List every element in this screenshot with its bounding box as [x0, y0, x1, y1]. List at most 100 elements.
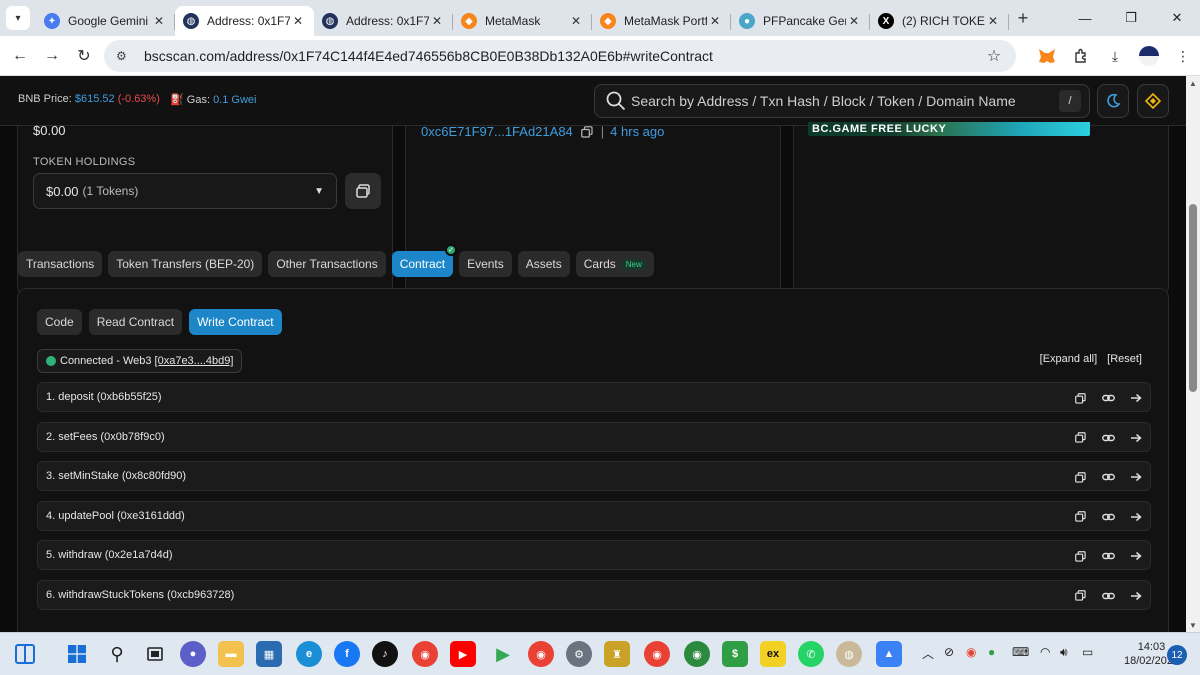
tab-token-transfers-bep-20[interactable]: Token Transfers (BEP-20) [108, 251, 263, 277]
browser-tab[interactable]: ◆ MetaMask Portfolio✕ [592, 6, 731, 36]
task-view-icon[interactable] [142, 641, 168, 667]
tray-security-icon[interactable]: ● [988, 645, 995, 659]
notes-app-icon[interactable]: ♜ [604, 641, 630, 667]
write-function-row[interactable]: 2. setFees (0x0b78f9c0) [37, 421, 1151, 452]
reload-button[interactable]: ↻ [68, 40, 100, 72]
tab-close-icon[interactable]: ✕ [985, 14, 1001, 28]
chrome-alt-profile-icon[interactable]: ◉ [684, 641, 710, 667]
browser-tab[interactable]: ✦ Google Gemini ✕ [36, 6, 175, 36]
chrome-icon[interactable]: ◉ [412, 641, 438, 667]
arrow-right-icon[interactable] [1128, 390, 1144, 406]
copy-icon[interactable] [580, 125, 593, 138]
minimize-button[interactable]: — [1062, 0, 1108, 36]
connected-wallet-address[interactable]: [0xa7e3....4bd9] [155, 355, 234, 367]
page-scrollbar[interactable]: ▲ ▼ [1186, 76, 1200, 632]
scroll-down-arrow[interactable]: ▼ [1186, 618, 1200, 632]
subtab-code[interactable]: Code [37, 309, 82, 335]
microsoft-store-icon[interactable]: ▦ [256, 641, 282, 667]
tray-app-icon[interactable]: ⊘ [944, 645, 954, 659]
file-explorer-icon[interactable]: ▬ [218, 641, 244, 667]
web3-connection-status[interactable]: Connected - Web3 [0xa7e3....4bd9] [37, 349, 243, 373]
site-info-icon[interactable]: ⚙ [116, 49, 134, 63]
whatsapp-icon[interactable]: ✆ [798, 641, 824, 667]
exchange-app-icon[interactable]: ex [760, 641, 786, 667]
token-holdings-dropdown[interactable]: $0.00 (1 Tokens) ▼ [33, 173, 337, 209]
address-bar[interactable]: ⚙ bscscan.com/address/0x1F74C144f4E4ed74… [104, 40, 1016, 72]
scroll-up-arrow[interactable]: ▲ [1186, 76, 1200, 90]
new-tab-button[interactable]: + [1009, 8, 1037, 29]
tab-other-transactions[interactable]: Other Transactions [268, 251, 386, 277]
creator-time-link[interactable]: 4 hrs ago [610, 124, 664, 139]
token-holdings-wallet-button[interactable] [345, 173, 381, 209]
copy-icon[interactable] [1072, 469, 1088, 485]
copy-icon[interactable] [1072, 548, 1088, 564]
keyboard-icon[interactable]: ⌨ [1012, 645, 1029, 659]
browser-tab[interactable]: ◍ Address: 0x1F74C✕ [175, 6, 314, 36]
browser-tab[interactable]: ◆ MetaMask ✕ [453, 6, 592, 36]
write-function-row[interactable]: 5. withdraw (0x2e1a7d4d) [37, 540, 1151, 570]
metamask-extension-icon[interactable] [1030, 40, 1064, 72]
link-icon[interactable] [1100, 390, 1116, 406]
link-icon[interactable] [1100, 469, 1116, 485]
scrollbar-thumb[interactable] [1189, 204, 1197, 392]
chrome-profile-icon[interactable]: ◉ [528, 641, 554, 667]
tab-close-icon[interactable]: ✕ [846, 14, 862, 28]
wifi-icon[interactable]: ◠ [1040, 645, 1050, 659]
chrome-active-icon[interactable]: ◉ [644, 641, 670, 667]
bnb-network-button[interactable] [1137, 84, 1169, 118]
teams-chat-icon[interactable]: ● [180, 641, 206, 667]
tab-close-icon[interactable]: ✕ [151, 14, 167, 28]
pet-app-icon[interactable]: ◍ [836, 641, 862, 667]
search-taskbar-icon[interactable]: ⚲ [104, 641, 130, 667]
restore-button[interactable]: ❐ [1108, 0, 1154, 36]
tab-cards[interactable]: Cards New [575, 251, 654, 277]
copy-icon[interactable] [1072, 509, 1088, 525]
volume-icon[interactable]: 🔊︎ [1060, 645, 1068, 660]
forward-button[interactable]: → [36, 40, 68, 72]
arrow-right-icon[interactable] [1128, 430, 1144, 446]
profile-avatar[interactable] [1132, 40, 1166, 72]
link-icon[interactable] [1100, 548, 1116, 564]
photos-app-icon[interactable]: ▲ [876, 641, 902, 667]
extensions-icon[interactable] [1064, 40, 1098, 72]
copy-icon[interactable] [1072, 390, 1088, 406]
tab-search-button[interactable]: ▾ [6, 6, 30, 30]
google-play-icon[interactable]: ▶ [490, 641, 516, 667]
tab-close-icon[interactable]: ✕ [568, 14, 584, 28]
link-icon[interactable] [1100, 430, 1116, 446]
bnb-price-value[interactable]: $615.52 [75, 93, 115, 105]
downloads-icon[interactable]: ⤓ [1098, 40, 1132, 72]
browser-tab[interactable]: X (2) RICH TOKEN ✕ [870, 6, 1009, 36]
subtab-write-contract[interactable]: Write Contract [189, 309, 282, 335]
tab-events[interactable]: Events [459, 251, 512, 277]
close-window-button[interactable]: ✕ [1154, 0, 1200, 36]
browser-menu-icon[interactable]: ⋮ [1166, 40, 1200, 72]
arrow-right-icon[interactable] [1128, 548, 1144, 564]
tab-close-icon[interactable]: ✕ [429, 14, 445, 28]
browser-tab[interactable]: ● PFPancake Generator✕ [731, 6, 870, 36]
wallet-app-icon[interactable]: $ [722, 641, 748, 667]
creator-address-link[interactable]: 0xc6E71F97...1FAd21A84 [421, 124, 573, 139]
tab-close-icon[interactable]: ✕ [290, 14, 306, 28]
copy-icon[interactable] [1072, 588, 1088, 604]
settings-gear-icon[interactable]: ⚙ [566, 641, 592, 667]
tab-assets[interactable]: Assets [517, 251, 570, 277]
gas-value[interactable]: 0.1 Gwei [213, 94, 256, 106]
write-function-row[interactable]: 4. updatePool (0xe3161ddd) [37, 500, 1151, 531]
show-hidden-icons-chevron[interactable]: ︿ [922, 645, 934, 662]
back-button[interactable]: ← [4, 40, 36, 72]
facebook-icon[interactable]: f [334, 641, 360, 667]
widgets-icon[interactable] [12, 641, 38, 667]
search-input[interactable] [631, 93, 1059, 109]
youtube-icon[interactable]: ▶ [450, 641, 476, 667]
tab-transactions[interactable]: Transactions [18, 251, 103, 277]
link-icon[interactable] [1100, 509, 1116, 525]
arrow-right-icon[interactable] [1128, 509, 1144, 525]
write-function-row[interactable]: 1. deposit (0xb6b55f25) [37, 382, 1151, 412]
tab-close-icon[interactable]: ✕ [707, 14, 723, 28]
battery-icon[interactable]: ▭ [1082, 645, 1093, 659]
windows-start-icon[interactable] [64, 641, 90, 667]
write-function-row[interactable]: 3. setMinStake (0x8c80fd90) [37, 461, 1151, 491]
tiktok-icon[interactable]: ♪ [372, 641, 398, 667]
theme-toggle-button[interactable] [1097, 84, 1129, 118]
